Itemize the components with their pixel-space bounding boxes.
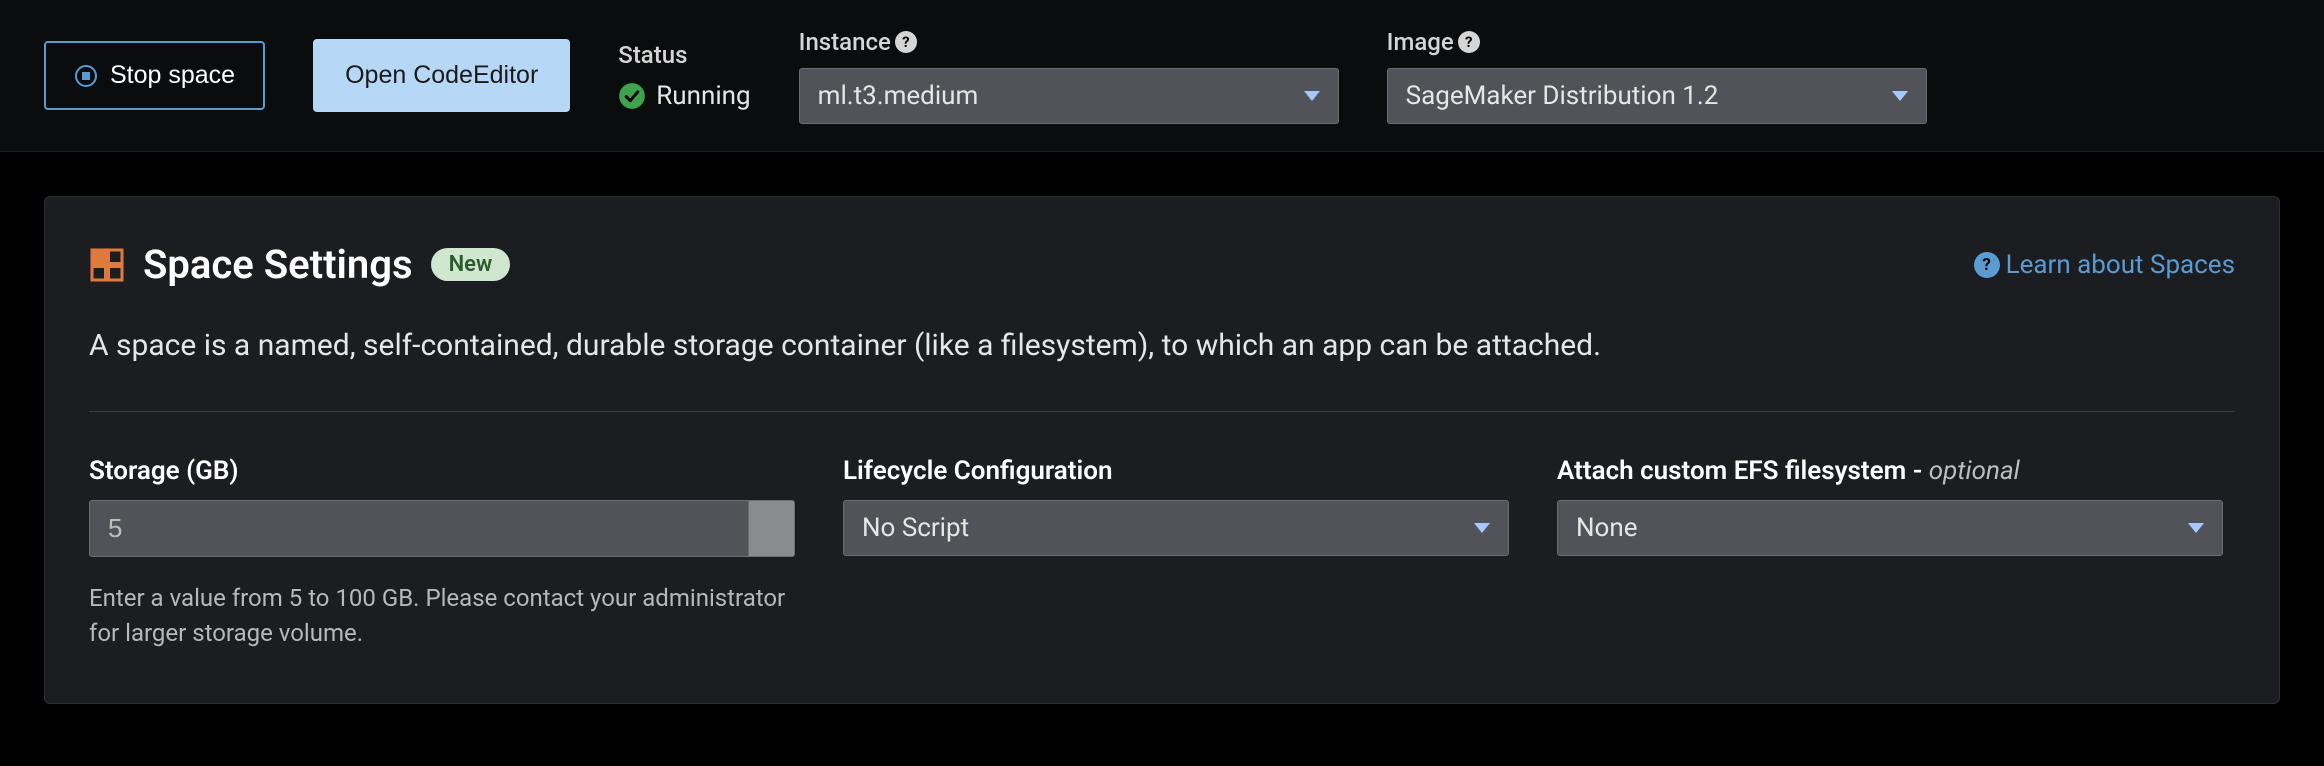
storage-input-row — [89, 500, 795, 557]
open-codeeditor-label: Open CodeEditor — [345, 61, 538, 90]
learn-link-text: Learn about Spaces — [2006, 250, 2235, 280]
chevron-down-icon — [2188, 523, 2204, 533]
efs-label: Attach custom EFS filesystem - optional — [1557, 456, 2223, 486]
panel-title-group: Space Settings New — [89, 241, 510, 288]
stop-icon — [74, 64, 98, 88]
instance-label-text: Instance — [799, 28, 891, 56]
efs-select[interactable]: None — [1557, 500, 2223, 556]
topbar: Stop space Open CodeEditor Status Runnin… — [0, 0, 2324, 152]
stop-space-button[interactable]: Stop space — [44, 41, 265, 110]
image-label-text: Image — [1387, 28, 1454, 56]
instance-block: Instance ? ml.t3.medium — [799, 28, 1339, 124]
instance-select[interactable]: ml.t3.medium — [799, 68, 1339, 124]
lifecycle-column: Lifecycle Configuration No Script — [843, 456, 1509, 651]
help-icon: ? — [1974, 252, 2000, 278]
chevron-down-icon — [1304, 91, 1320, 101]
learn-about-spaces-link[interactable]: ? Learn about Spaces — [1974, 250, 2235, 280]
storage-stepper[interactable] — [749, 500, 795, 557]
efs-column: Attach custom EFS filesystem - optional … — [1557, 456, 2223, 651]
divider — [89, 411, 2235, 412]
efs-label-text: Attach custom EFS filesystem - — [1557, 456, 1929, 486]
panel-wrap: Space Settings New ? Learn about Spaces … — [0, 152, 2324, 704]
panel-header: Space Settings New ? Learn about Spaces — [89, 241, 2235, 288]
image-select[interactable]: SageMaker Distribution 1.2 — [1387, 68, 1927, 124]
stop-space-label: Stop space — [110, 61, 235, 90]
image-select-value: SageMaker Distribution 1.2 — [1406, 81, 1719, 111]
chevron-down-icon — [1474, 523, 1490, 533]
efs-optional-text: optional — [1929, 456, 2020, 486]
storage-column: Storage (GB) Enter a value from 5 to 100… — [89, 456, 795, 651]
storage-label: Storage (GB) — [89, 456, 795, 486]
status-value-row: Running — [618, 81, 750, 111]
settings-row: Storage (GB) Enter a value from 5 to 100… — [89, 456, 2235, 651]
efs-select-value: None — [1576, 513, 1638, 543]
lifecycle-select[interactable]: No Script — [843, 500, 1509, 556]
storage-input[interactable] — [89, 500, 749, 557]
status-value: Running — [656, 81, 750, 111]
status-block: Status Running — [618, 41, 750, 111]
help-icon[interactable]: ? — [1458, 31, 1480, 53]
lifecycle-label: Lifecycle Configuration — [843, 456, 1509, 486]
check-circle-icon — [618, 82, 646, 110]
lifecycle-select-value: No Script — [862, 513, 969, 543]
new-badge: New — [431, 248, 511, 281]
panel-title: Space Settings — [143, 241, 413, 288]
panel-description: A space is a named, self-contained, dura… — [89, 328, 2235, 363]
space-settings-panel: Space Settings New ? Learn about Spaces … — [44, 196, 2280, 704]
instance-select-value: ml.t3.medium — [818, 81, 979, 111]
grid-icon — [89, 247, 125, 283]
instance-label: Instance ? — [799, 28, 1339, 56]
chevron-down-icon — [1892, 91, 1908, 101]
open-codeeditor-button[interactable]: Open CodeEditor — [313, 39, 570, 112]
image-block: Image ? SageMaker Distribution 1.2 — [1387, 28, 1927, 124]
storage-helper: Enter a value from 5 to 100 GB. Please c… — [89, 581, 789, 651]
image-label: Image ? — [1387, 28, 1927, 56]
status-label: Status — [618, 41, 750, 69]
help-icon[interactable]: ? — [895, 31, 917, 53]
